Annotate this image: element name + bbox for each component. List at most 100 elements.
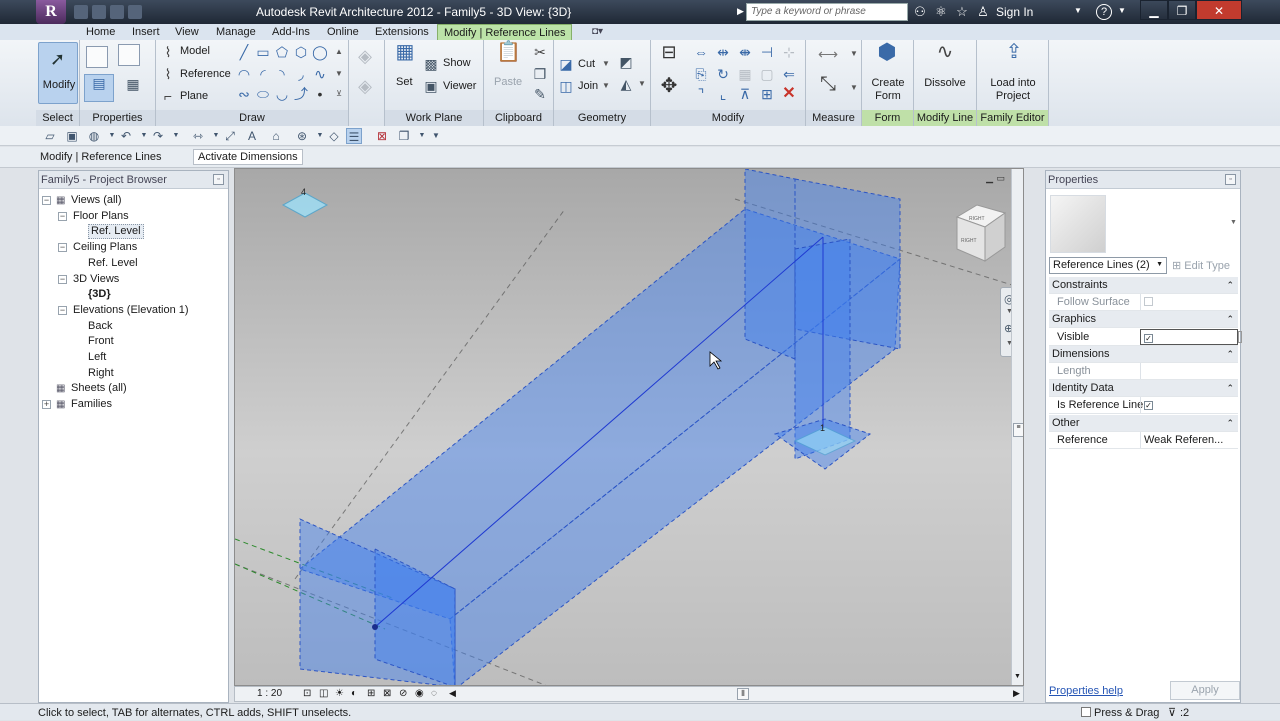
trim-single-icon[interactable]: ⌞ [715,86,731,102]
tab-home[interactable]: Home [82,24,119,40]
cut-geometry-icon[interactable]: ◪ [558,56,574,72]
crop-view-icon[interactable]: ⊞ [367,688,375,699]
tree-expander-icon[interactable]: − [58,274,67,284]
tab-insert[interactable]: Insert [128,24,164,40]
tree-item[interactable]: Front [88,334,114,349]
apply-button[interactable]: Apply [1170,681,1240,700]
redo-icon[interactable]: ↷ [150,128,166,144]
trim-extend-corner-icon[interactable]: ⌝ [693,86,709,102]
instance-type-selector[interactable]: Reference Lines (2) ▼ [1049,257,1167,274]
switch-windows-icon[interactable]: ❐ [396,128,412,144]
activate-dimensions-button[interactable]: Activate Dimensions [193,149,303,165]
tab-online[interactable]: Online [323,24,363,40]
help-dropdown-icon[interactable]: ▼ [1118,6,1126,15]
rotate-icon[interactable]: ↻ [715,66,731,82]
redo-icon[interactable] [128,5,142,19]
tree-expander-icon[interactable]: + [42,400,51,410]
ellipse-icon[interactable]: ⬭ [255,86,271,102]
search-input[interactable]: Type a keyword or phrase [746,3,908,21]
tangent-arc-icon[interactable]: ◝ [274,66,290,82]
tree-item[interactable]: Sheets (all) [71,381,127,396]
property-category[interactable]: Other ⌃ [1049,414,1238,432]
reveal-hidden-icon[interactable]: ◌ [431,688,437,699]
save-icon[interactable] [92,5,106,19]
copy-icon[interactable]: ❐ [532,66,548,82]
tree-item[interactable]: Ref. Level [88,224,144,240]
property-category[interactable]: Graphics ⌃ [1049,311,1238,329]
vertical-scroll-thumb[interactable]: ≡ [1013,423,1023,437]
tree-expander-icon[interactable]: − [58,243,67,253]
draw-plane-button[interactable]: Plane [180,90,208,102]
collapse-chevron-icon[interactable]: ⌃ [1226,311,1234,327]
horizontal-scroll-thumb[interactable]: ⦀ [737,688,749,700]
show-crop-icon[interactable]: ⊠ [383,688,391,699]
property-value[interactable]: Weak Referen... [1140,431,1238,448]
undo-icon[interactable]: ↶ [118,128,134,144]
tree-item[interactable]: Right [88,366,114,381]
hscroll-left-icon[interactable]: ◀ [449,688,456,699]
open-folder-icon[interactable]: ▱ [42,128,58,144]
type-properties-icon[interactable]: ▦ [122,76,144,98]
extrusion-form[interactable] [298,169,902,686]
paste-button[interactable]: Paste [494,76,522,88]
properties-scroll-icon[interactable] [1238,331,1242,343]
vertical-scrollbar[interactable]: ≡ ▼ [1011,169,1023,685]
redo-dropdown-icon[interactable]: ▼ [168,128,184,144]
property-category[interactable]: Identity Data ⌃ [1049,380,1238,398]
point-element-icon[interactable]: • [312,86,328,102]
join-geometry-icon[interactable]: ◫ [558,78,574,94]
text-icon[interactable]: A [244,128,260,144]
paint-dropdown-icon[interactable]: ▼ [634,76,650,92]
tree-item[interactable]: Floor Plans [73,209,129,224]
sign-in-dropdown-icon[interactable]: ▼ [1074,6,1082,15]
help-icon[interactable]: ? [1096,4,1112,20]
spline-icon[interactable]: ∿ [312,66,328,82]
match-type-icon[interactable]: ✎ [532,86,548,102]
join-dropdown-icon[interactable]: ▼ [598,78,614,94]
aligned-dimension-icon[interactable]: ⤡ [814,74,842,100]
family-category-icon[interactable] [118,44,140,66]
default-3d-view-icon[interactable]: ⌂ [268,128,284,144]
reference-line-icon[interactable]: ⌇ [160,66,176,82]
tree-item[interactable]: Ref. Level [88,256,138,271]
ref-plane-icon[interactable]: ⌐ [160,88,176,104]
viewer-button[interactable]: Viewer [443,80,476,92]
copy-element-icon[interactable]: ⎘ [693,66,709,82]
partial-ellipse-icon[interactable]: ◡ [274,86,290,102]
tab-modify-reference-lines[interactable]: Modify | Reference Lines [437,24,573,40]
draw-scroll-down-icon[interactable]: ▼ [331,66,347,82]
trim-multiple-icon[interactable]: ⊼ [737,86,753,102]
tree-item[interactable]: Left [88,350,106,365]
save-icon[interactable]: ▣ [64,128,80,144]
tree-expander-icon[interactable]: − [58,305,67,315]
fillet-arc-icon[interactable]: ◞ [293,66,309,82]
reference-line-endpoint[interactable] [372,624,378,630]
tab-view[interactable]: View [171,24,203,40]
set-workplane-icon[interactable]: ▦ [393,42,417,68]
move-icon[interactable]: ✥ [657,76,681,102]
create-form-icon[interactable]: ⬢ [874,41,900,70]
properties-palette-icon[interactable]: ▤ [84,74,114,102]
binoculars-icon[interactable]: ⚇ [911,3,929,21]
tree-item[interactable]: {3D} [88,287,111,302]
property-checkbox-cell[interactable]: ✓ [1140,328,1238,345]
viewcube[interactable]: RIGHT RIGHT [955,204,1007,262]
dissolve-icon[interactable]: ∿ [932,42,958,70]
type-selector-dropdown-icon[interactable]: ▼ [1230,219,1237,226]
section-icon[interactable]: ⊛ [294,128,310,144]
collapse-chevron-icon[interactable]: ⌃ [1226,277,1234,293]
draw-reference-button[interactable]: Reference [180,68,231,80]
hscroll-right-icon[interactable]: ▶ [1013,688,1020,699]
tree-item[interactable]: Families [71,397,112,412]
tree-item[interactable]: Views (all) [71,193,122,208]
3d-model-canvas[interactable]: 4 1 RIGHT RIGHT [235,169,1024,686]
split-face-icon[interactable]: ◩ [618,54,634,70]
split-gap-icon[interactable]: ⊞ [759,86,775,102]
pick-lines-icon[interactable]: ⤴ [293,86,309,102]
open-icon[interactable] [74,5,88,19]
panel-close-icon[interactable]: ▫ [213,174,224,185]
aligned-dimension-icon[interactable]: ⤢ [222,128,238,144]
scroll-down-arrow-icon[interactable]: ▼ [1014,673,1021,680]
dissolve-button[interactable]: Dissolve [920,77,970,89]
tab-add-ins[interactable]: Add-Ins [268,24,314,40]
